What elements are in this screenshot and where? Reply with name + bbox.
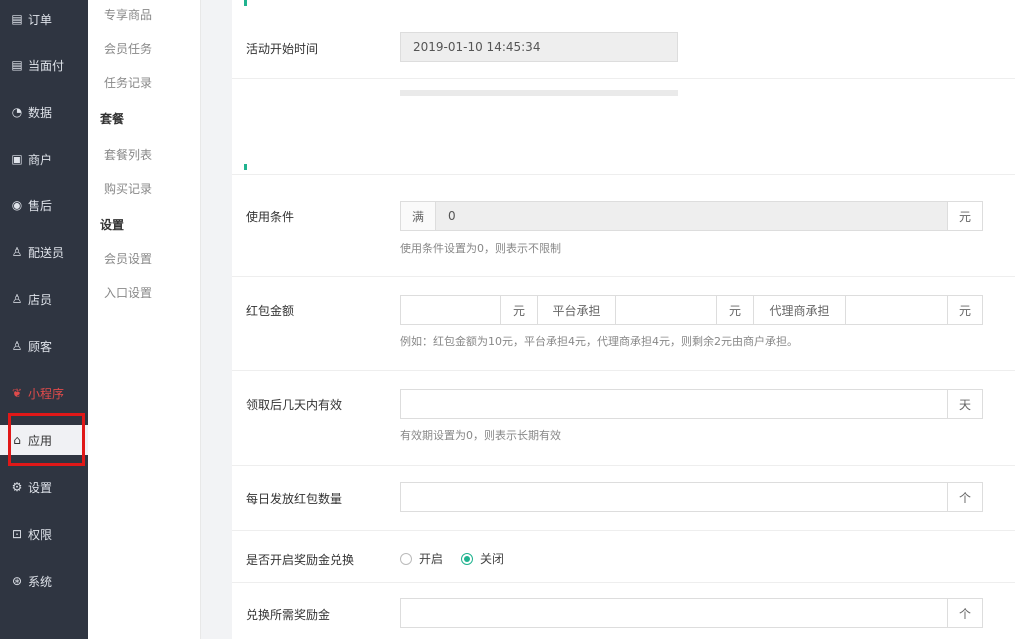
start-time-label: 活动开始时间 — [246, 42, 319, 56]
valid-days-field[interactable] — [400, 389, 948, 419]
divider — [232, 174, 1015, 175]
radio-label: 关闭 — [480, 552, 505, 566]
nav-item-data[interactable]: ◔ 数据 — [0, 97, 88, 127]
amount-label: 红包金额 — [246, 304, 295, 318]
agent-share-field[interactable] — [845, 295, 948, 325]
submenu-item-purchase-records[interactable]: 购买记录 — [104, 180, 152, 197]
platform-share-field[interactable] — [615, 295, 717, 325]
daily-count-label: 每日发放红包数量 — [246, 492, 343, 506]
nav-item-label: 售后 — [28, 198, 53, 213]
staff-icon: ♙ — [11, 292, 23, 306]
valid-days-hint: 有效期设置为0，则表示长期有效 — [400, 429, 561, 442]
platform-share-unit: 元 — [716, 295, 754, 325]
nav-item-label: 订单 — [28, 12, 53, 27]
miniprogram-icon: ❦ — [11, 386, 23, 400]
customer-icon: ♙ — [11, 339, 23, 353]
sub-menu: 专享商品 会员任务 任务记录 套餐 套餐列表 购买记录 设置 会员设置 入口设置 — [88, 0, 201, 639]
condition-prefix: 满 — [400, 201, 436, 231]
start-time-field[interactable]: 2019-01-10 14:45:34 — [400, 32, 678, 62]
payment-icon: ▤ — [11, 58, 23, 72]
submenu-item-task-records[interactable]: 任务记录 — [104, 74, 152, 91]
radio-circle-icon — [400, 552, 412, 565]
nav-item-settings[interactable]: ⚙ 设置 — [0, 472, 88, 502]
courier-icon: ♙ — [11, 245, 23, 259]
lock-icon: ⊡ — [11, 527, 23, 541]
submenu-item-member-tasks[interactable]: 会员任务 — [104, 40, 152, 57]
nav-item-label: 数据 — [28, 105, 53, 120]
valid-days-label: 领取后几天内有效 — [246, 398, 343, 412]
after-sales-icon: ◉ — [11, 198, 23, 212]
reward-required-unit: 个 — [947, 598, 983, 628]
submenu-item-entry-settings[interactable]: 入口设置 — [104, 284, 152, 301]
reward-required-field[interactable] — [400, 598, 948, 628]
reward-switch-on-radio[interactable]: 开启 — [400, 550, 443, 567]
submenu-item-package-list[interactable]: 套餐列表 — [104, 146, 152, 163]
daily-count-field[interactable] — [400, 482, 948, 512]
nav-item-customers[interactable]: ♙ 顾客 — [0, 331, 88, 361]
system-icon: ⊛ — [11, 574, 23, 588]
nav-item-permissions[interactable]: ⊡ 权限 — [0, 519, 88, 549]
nav-item-label: 权限 — [28, 527, 53, 542]
platform-share-label: 平台承担 — [537, 295, 616, 325]
divider — [232, 78, 1015, 79]
order-icon: ▤ — [11, 12, 23, 26]
divider — [232, 276, 1015, 277]
condition-field[interactable]: 0 — [435, 201, 948, 231]
divider — [232, 370, 1015, 371]
amount-total-unit: 元 — [500, 295, 538, 325]
settings-icon: ⚙ — [11, 480, 23, 494]
reward-switch-off-radio[interactable]: 关闭 — [461, 550, 504, 567]
main-content: 活动开始时间 2019-01-10 14:45:34 使用条件 满 0 元 使用… — [232, 0, 1015, 639]
store-icon: ▣ — [11, 152, 23, 166]
nav-item-couriers[interactable]: ♙ 配送员 — [0, 237, 88, 267]
content-gutter — [201, 0, 231, 639]
divider — [232, 582, 1015, 583]
nav-item-system[interactable]: ⊛ 系统 — [0, 566, 88, 596]
nav-item-staff[interactable]: ♙ 店员 — [0, 284, 88, 314]
submenu-heading-settings: 设置 — [100, 218, 125, 232]
nav-item-label: 配送员 — [28, 245, 65, 260]
nav-item-orders[interactable]: ▤ 订单 — [0, 4, 88, 34]
condition-value: 0 — [448, 209, 456, 223]
submenu-heading-packages: 套餐 — [100, 112, 125, 126]
amount-hint: 例如：红包金额为10元，平台承担4元，代理商承担4元，则剩余2元由商户承担。 — [400, 335, 798, 348]
nav-item-label: 店员 — [28, 292, 53, 307]
amount-total-field[interactable] — [400, 295, 501, 325]
app-highlight-annotation — [8, 413, 85, 466]
nav-item-miniprogram[interactable]: ❦ 小程序 — [0, 378, 88, 408]
reward-required-label: 兑换所需奖励金 — [246, 608, 331, 622]
radio-checked-icon — [461, 552, 473, 565]
reward-switch-label: 是否开启奖励金兑换 — [246, 553, 355, 567]
condition-hint: 使用条件设置为0，则表示不限制 — [400, 242, 561, 255]
section-marker — [244, 0, 247, 6]
daily-count-unit: 个 — [947, 482, 983, 512]
condition-unit: 元 — [947, 201, 983, 231]
obscured-field — [400, 90, 678, 96]
agent-share-label: 代理商承担 — [753, 295, 846, 325]
condition-label: 使用条件 — [246, 210, 295, 224]
start-time-value: 2019-01-10 14:45:34 — [413, 40, 541, 54]
divider — [232, 465, 1015, 466]
nav-item-label: 顾客 — [28, 339, 53, 354]
main-nav: ▤ 订单 ▤ 当面付 ◔ 数据 ▣ 商户 ◉ 售后 ♙ 配送员 ♙ 店员 ♙ 顾… — [0, 0, 88, 639]
nav-item-label: 设置 — [28, 480, 53, 495]
nav-item-label: 系统 — [28, 574, 53, 589]
chart-icon: ◔ — [11, 105, 23, 119]
nav-item-label: 当面付 — [28, 58, 65, 73]
submenu-item-member-settings[interactable]: 会员设置 — [104, 250, 152, 267]
submenu-item-exclusive-goods[interactable]: 专享商品 — [104, 6, 152, 23]
nav-item-label: 小程序 — [28, 386, 65, 401]
nav-item-merchants[interactable]: ▣ 商户 — [0, 144, 88, 174]
divider — [232, 530, 1015, 531]
valid-days-unit: 天 — [947, 389, 983, 419]
nav-item-after-sales[interactable]: ◉ 售后 — [0, 190, 88, 220]
nav-item-label: 商户 — [28, 152, 53, 167]
radio-label: 开启 — [419, 552, 444, 566]
agent-share-unit: 元 — [947, 295, 983, 325]
section-marker — [244, 164, 247, 170]
nav-item-face-pay[interactable]: ▤ 当面付 — [0, 50, 88, 80]
